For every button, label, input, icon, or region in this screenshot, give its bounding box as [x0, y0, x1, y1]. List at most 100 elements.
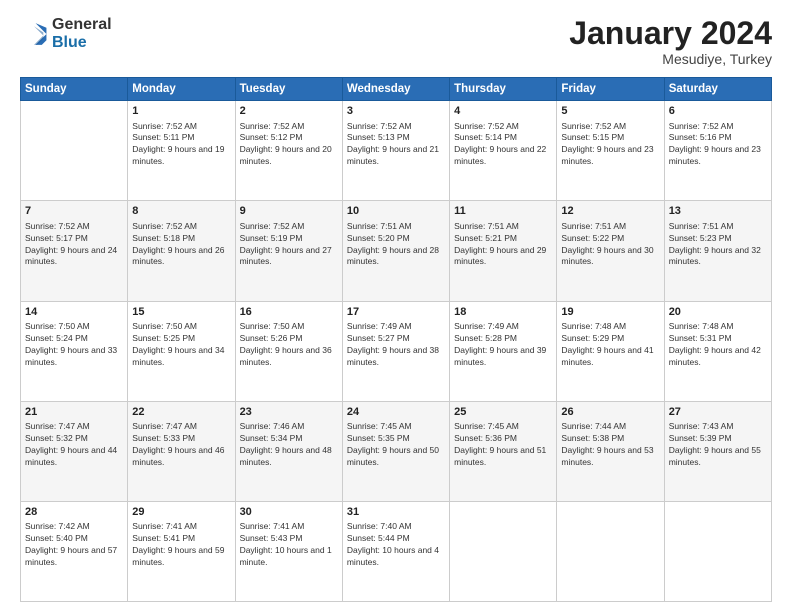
calendar-cell: 17Sunrise: 7:49 AMSunset: 5:27 PMDayligh… [342, 301, 449, 401]
header-day: Saturday [664, 78, 771, 101]
calendar-cell: 7 Sunrise: 7:52 AMSunset: 5:17 PMDaylight… [21, 201, 128, 301]
day-info: Sunrise: 7:51 AMSunset: 5:22 PMDaylight:… [561, 221, 659, 269]
calendar-cell: 20Sunrise: 7:48 AMSunset: 5:31 PMDayligh… [664, 301, 771, 401]
day-info: Sunrise: 7:41 AMSunset: 5:43 PMDaylight:… [240, 521, 338, 569]
day-number: 5 [561, 104, 659, 119]
calendar-cell: 29Sunrise: 7:41 AMSunset: 5:41 PMDayligh… [128, 501, 235, 601]
day-info: Sunrise: 7:48 AMSunset: 5:29 PMDaylight:… [561, 321, 659, 369]
day-info: Sunrise: 7:43 AMSunset: 5:39 PMDaylight:… [669, 421, 767, 469]
day-number: 31 [347, 505, 445, 520]
header-day: Thursday [450, 78, 557, 101]
day-number: 23 [240, 405, 338, 420]
day-number: 1 [132, 104, 230, 119]
day-number: 17 [347, 305, 445, 320]
day-info: Sunrise: 7:52 AMSunset: 5:11 PMDaylight:… [132, 121, 230, 169]
calendar-week-row: 1 Sunrise: 7:52 AMSunset: 5:11 PMDaylight… [21, 101, 772, 201]
calendar-cell: 23Sunrise: 7:46 AMSunset: 5:34 PMDayligh… [235, 401, 342, 501]
logo-text: General Blue [52, 16, 112, 51]
day-info: Sunrise: 7:51 AMSunset: 5:20 PMDaylight:… [347, 221, 445, 269]
day-number: 9 [240, 204, 338, 219]
day-number: 3 [347, 104, 445, 119]
day-number: 18 [454, 305, 552, 320]
calendar-cell: 30Sunrise: 7:41 AMSunset: 5:43 PMDayligh… [235, 501, 342, 601]
day-number: 20 [669, 305, 767, 320]
day-info: Sunrise: 7:49 AMSunset: 5:27 PMDaylight:… [347, 321, 445, 369]
day-info: Sunrise: 7:52 AMSunset: 5:15 PMDaylight:… [561, 121, 659, 169]
day-number: 4 [454, 104, 552, 119]
calendar-cell: 11 Sunrise: 7:51 AMSunset: 5:21 PMDayligh… [450, 201, 557, 301]
day-number: 22 [132, 405, 230, 420]
calendar-cell: 4Sunrise: 7:52 AMSunset: 5:14 PMDaylight… [450, 101, 557, 201]
calendar-cell: 8Sunrise: 7:52 AMSunset: 5:18 PMDaylight… [128, 201, 235, 301]
day-info: Sunrise: 7:51 AMSunset: 5:21 PMDaylight:… [454, 221, 552, 269]
logo-general: General [52, 16, 112, 34]
header: General Blue January 2024 Mesudiye, Turk… [20, 16, 772, 67]
logo-blue: Blue [52, 34, 112, 52]
day-info: Sunrise: 7:42 AMSunset: 5:40 PMDaylight:… [25, 521, 123, 569]
day-info: Sunrise: 7:40 AMSunset: 5:44 PMDaylight:… [347, 521, 445, 569]
day-number: 13 [669, 204, 767, 219]
location-subtitle: Mesudiye, Turkey [569, 51, 772, 67]
calendar-cell [664, 501, 771, 601]
day-number: 15 [132, 305, 230, 320]
day-number: 11 [454, 204, 552, 219]
day-number: 26 [561, 405, 659, 420]
calendar-cell: 28Sunrise: 7:42 AMSunset: 5:40 PMDayligh… [21, 501, 128, 601]
day-number: 16 [240, 305, 338, 320]
calendar-cell: 12 Sunrise: 7:51 AMSunset: 5:22 PMDayligh… [557, 201, 664, 301]
logo: General Blue [20, 16, 112, 51]
day-number: 7 [25, 204, 123, 219]
calendar-cell: 22Sunrise: 7:47 AMSunset: 5:33 PMDayligh… [128, 401, 235, 501]
day-info: Sunrise: 7:52 AMSunset: 5:12 PMDaylight:… [240, 121, 338, 169]
header-row: SundayMondayTuesdayWednesdayThursdayFrid… [21, 78, 772, 101]
day-number: 24 [347, 405, 445, 420]
page: General Blue January 2024 Mesudiye, Turk… [0, 0, 792, 612]
calendar-cell [557, 501, 664, 601]
calendar-cell: 26Sunrise: 7:44 AMSunset: 5:38 PMDayligh… [557, 401, 664, 501]
day-info: Sunrise: 7:50 AMSunset: 5:25 PMDaylight:… [132, 321, 230, 369]
day-number: 12 [561, 204, 659, 219]
header-day: Tuesday [235, 78, 342, 101]
calendar-cell: 10 Sunrise: 7:51 AMSunset: 5:20 PMDayligh… [342, 201, 449, 301]
day-info: Sunrise: 7:46 AMSunset: 5:34 PMDaylight:… [240, 421, 338, 469]
day-info: Sunrise: 7:52 AMSunset: 5:18 PMDaylight:… [132, 221, 230, 269]
header-day: Wednesday [342, 78, 449, 101]
day-number: 21 [25, 405, 123, 420]
day-info: Sunrise: 7:47 AMSunset: 5:33 PMDaylight:… [132, 421, 230, 469]
header-day: Friday [557, 78, 664, 101]
day-number: 30 [240, 505, 338, 520]
month-title: January 2024 [569, 16, 772, 51]
calendar-cell: 21Sunrise: 7:47 AMSunset: 5:32 PMDayligh… [21, 401, 128, 501]
calendar-cell: 3 Sunrise: 7:52 AMSunset: 5:13 PMDaylight… [342, 101, 449, 201]
title-block: January 2024 Mesudiye, Turkey [569, 16, 772, 67]
day-info: Sunrise: 7:52 AMSunset: 5:17 PMDaylight:… [25, 221, 123, 269]
calendar-cell: 2 Sunrise: 7:52 AMSunset: 5:12 PMDaylight… [235, 101, 342, 201]
day-info: Sunrise: 7:52 AMSunset: 5:19 PMDaylight:… [240, 221, 338, 269]
day-info: Sunrise: 7:45 AMSunset: 5:36 PMDaylight:… [454, 421, 552, 469]
calendar-cell [450, 501, 557, 601]
calendar-cell [21, 101, 128, 201]
calendar-week-row: 7 Sunrise: 7:52 AMSunset: 5:17 PMDaylight… [21, 201, 772, 301]
calendar-cell: 24Sunrise: 7:45 AMSunset: 5:35 PMDayligh… [342, 401, 449, 501]
calendar-cell: 13 Sunrise: 7:51 AMSunset: 5:23 PMDayligh… [664, 201, 771, 301]
day-info: Sunrise: 7:52 AMSunset: 5:13 PMDaylight:… [347, 121, 445, 169]
calendar-cell: 31Sunrise: 7:40 AMSunset: 5:44 PMDayligh… [342, 501, 449, 601]
day-info: Sunrise: 7:48 AMSunset: 5:31 PMDaylight:… [669, 321, 767, 369]
calendar-cell: 15Sunrise: 7:50 AMSunset: 5:25 PMDayligh… [128, 301, 235, 401]
calendar-week-row: 28Sunrise: 7:42 AMSunset: 5:40 PMDayligh… [21, 501, 772, 601]
day-number: 10 [347, 204, 445, 219]
calendar-cell: 1 Sunrise: 7:52 AMSunset: 5:11 PMDaylight… [128, 101, 235, 201]
day-number: 2 [240, 104, 338, 119]
day-info: Sunrise: 7:51 AMSunset: 5:23 PMDaylight:… [669, 221, 767, 269]
calendar-cell: 18Sunrise: 7:49 AMSunset: 5:28 PMDayligh… [450, 301, 557, 401]
day-info: Sunrise: 7:50 AMSunset: 5:24 PMDaylight:… [25, 321, 123, 369]
calendar-cell: 19Sunrise: 7:48 AMSunset: 5:29 PMDayligh… [557, 301, 664, 401]
calendar-cell: 16Sunrise: 7:50 AMSunset: 5:26 PMDayligh… [235, 301, 342, 401]
day-info: Sunrise: 7:47 AMSunset: 5:32 PMDaylight:… [25, 421, 123, 469]
day-info: Sunrise: 7:41 AMSunset: 5:41 PMDaylight:… [132, 521, 230, 569]
header-day: Sunday [21, 78, 128, 101]
header-day: Monday [128, 78, 235, 101]
calendar-cell: 5 Sunrise: 7:52 AMSunset: 5:15 PMDaylight… [557, 101, 664, 201]
calendar-cell: 25Sunrise: 7:45 AMSunset: 5:36 PMDayligh… [450, 401, 557, 501]
calendar-table: SundayMondayTuesdayWednesdayThursdayFrid… [20, 77, 772, 602]
